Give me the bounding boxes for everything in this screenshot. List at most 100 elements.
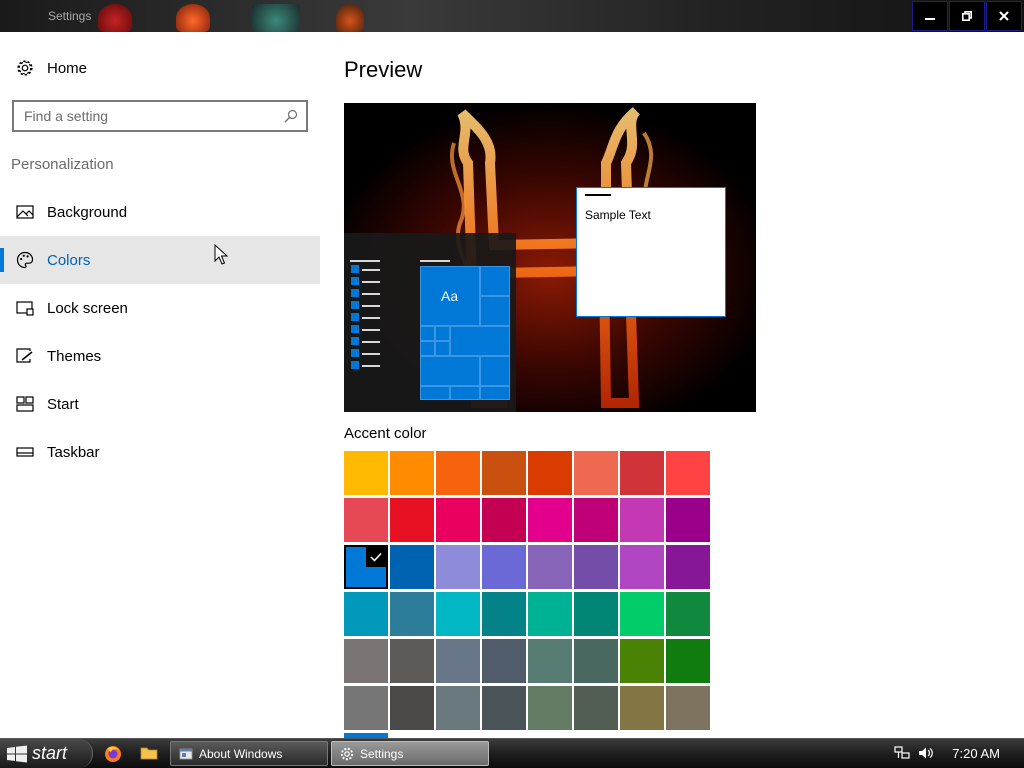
accent-color-swatch[interactable] — [528, 545, 572, 589]
theme-preview: Aa Sample Text — [344, 103, 756, 412]
title-line — [585, 194, 611, 196]
sidebar-item-background[interactable]: Background — [0, 188, 320, 236]
firefox-icon[interactable] — [104, 745, 122, 768]
tile — [480, 356, 510, 386]
accent-color-grid — [344, 451, 716, 741]
list-item — [351, 289, 359, 297]
accent-color-swatch[interactable] — [344, 639, 388, 683]
tile — [420, 341, 435, 356]
accent-color-swatch[interactable] — [666, 498, 710, 542]
list-item — [362, 293, 380, 295]
taskbar-button-settings[interactable]: Settings — [331, 741, 489, 766]
start-button[interactable]: start — [0, 739, 93, 768]
list-item — [351, 301, 359, 309]
accent-color-swatch[interactable] — [344, 498, 388, 542]
list-item — [351, 337, 359, 345]
taskbar-button-label: Settings — [360, 747, 404, 761]
clock[interactable]: 7:20 AM — [952, 746, 1000, 761]
accent-color-swatch[interactable] — [528, 639, 572, 683]
accent-color-swatch[interactable] — [344, 545, 388, 589]
accent-color-swatch[interactable] — [574, 592, 618, 636]
tile — [420, 386, 450, 400]
accent-color-swatch[interactable] — [390, 686, 434, 730]
system-tray: 7:20 AM — [894, 739, 1024, 768]
search-icon[interactable] — [284, 109, 298, 123]
accent-color-swatch[interactable] — [574, 451, 618, 495]
taskbar: start About Windows Settings 7:20 AM — [0, 738, 1024, 768]
accent-color-swatch[interactable] — [482, 545, 526, 589]
accent-color-swatch[interactable] — [666, 545, 710, 589]
accent-color-swatch[interactable] — [620, 451, 664, 495]
windows-logo-icon — [7, 745, 27, 763]
list-item — [362, 269, 380, 271]
list-item — [351, 313, 359, 321]
sidebar-item-taskbar[interactable]: Taskbar — [0, 428, 320, 476]
accent-color-swatch[interactable] — [390, 592, 434, 636]
folder-icon[interactable] — [140, 745, 158, 766]
accent-color-swatch[interactable] — [390, 545, 434, 589]
search-box[interactable] — [12, 100, 308, 132]
sample-text: Sample Text — [585, 208, 651, 222]
restore-button[interactable] — [949, 1, 985, 31]
picture-icon — [16, 203, 34, 221]
accent-color-swatch[interactable] — [482, 639, 526, 683]
accent-color-swatch[interactable] — [574, 639, 618, 683]
accent-color-swatch[interactable] — [482, 498, 526, 542]
tile — [480, 386, 510, 400]
accent-color-swatch[interactable] — [436, 686, 480, 730]
accent-color-swatch[interactable] — [390, 498, 434, 542]
sidebar-item-label: Lock screen — [47, 299, 128, 317]
list-item — [362, 353, 380, 355]
accent-color-swatch[interactable] — [620, 639, 664, 683]
accent-color-swatch[interactable] — [666, 686, 710, 730]
tile — [420, 356, 480, 386]
list-item — [362, 329, 380, 331]
list-item — [362, 281, 380, 283]
accent-color-swatch[interactable] — [390, 451, 434, 495]
taskbar-button-about-windows[interactable]: About Windows — [170, 741, 328, 766]
close-button[interactable] — [986, 1, 1022, 31]
accent-color-swatch[interactable] — [620, 686, 664, 730]
accent-color-swatch[interactable] — [390, 639, 434, 683]
accent-color-swatch[interactable] — [482, 451, 526, 495]
accent-color-swatch[interactable] — [528, 498, 572, 542]
accent-color-swatch[interactable] — [482, 686, 526, 730]
accent-color-swatch[interactable] — [574, 545, 618, 589]
accent-color-swatch[interactable] — [574, 498, 618, 542]
accent-color-swatch[interactable] — [620, 592, 664, 636]
sidebar-item-lock-screen[interactable]: Lock screen — [0, 284, 320, 332]
accent-color-swatch[interactable] — [620, 545, 664, 589]
close-icon — [999, 11, 1009, 21]
sidebar-item-start[interactable]: Start — [0, 380, 320, 428]
accent-color-swatch[interactable] — [436, 639, 480, 683]
search-input[interactable] — [24, 102, 274, 130]
sidebar-item-themes[interactable]: Themes — [0, 332, 320, 380]
accent-color-swatch[interactable] — [620, 498, 664, 542]
mouse-cursor — [214, 244, 228, 265]
sidebar-item-colors[interactable]: Colors — [0, 236, 320, 284]
accent-color-swatch[interactable] — [528, 686, 572, 730]
network-icon[interactable] — [894, 746, 910, 760]
accent-color-swatch[interactable] — [528, 451, 572, 495]
accent-color-swatch[interactable] — [666, 639, 710, 683]
accent-color-swatch[interactable] — [666, 592, 710, 636]
minimize-button[interactable] — [912, 1, 948, 31]
list-item — [351, 277, 359, 285]
accent-color-swatch[interactable] — [528, 592, 572, 636]
accent-color-swatch[interactable] — [574, 686, 618, 730]
volume-icon[interactable] — [918, 746, 934, 760]
accent-color-swatch[interactable] — [436, 498, 480, 542]
palette-icon — [16, 251, 34, 269]
accent-color-swatch[interactable] — [436, 545, 480, 589]
accent-color-swatch[interactable] — [666, 451, 710, 495]
accent-color-swatch[interactable] — [436, 592, 480, 636]
accent-color-swatch[interactable] — [344, 451, 388, 495]
restore-icon — [962, 11, 972, 21]
accent-color-swatch[interactable] — [344, 686, 388, 730]
window-icon — [179, 748, 193, 760]
accent-color-swatch[interactable] — [436, 451, 480, 495]
accent-color-swatch[interactable] — [344, 592, 388, 636]
accent-color-swatch[interactable] — [482, 592, 526, 636]
tile — [435, 326, 450, 341]
sidebar-item-home[interactable]: Home — [0, 44, 320, 92]
